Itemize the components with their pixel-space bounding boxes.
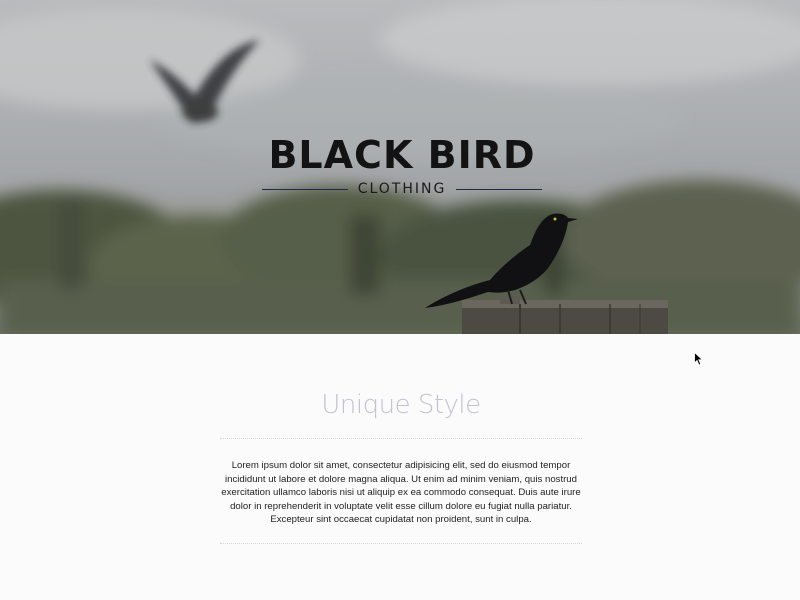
brand-subtitle-row: CLOTHING: [262, 179, 542, 199]
divider-bottom: [220, 543, 582, 544]
mouse-pointer-icon: [694, 352, 704, 366]
brand-logo: BLACK BIRD CLOTHING: [262, 133, 542, 199]
brand-subtitle: CLOTHING: [357, 181, 447, 197]
hero-banner: BLACK BIRD CLOTHING: [0, 0, 800, 334]
divider-top: [220, 438, 582, 439]
brand-title: BLACK BIRD: [268, 133, 536, 177]
brand-rule-left: [262, 188, 348, 190]
content-section: Unique Style Lorem ipsum dolor sit amet,…: [0, 334, 800, 600]
section-body-text: Lorem ipsum dolor sit amet, consectetur …: [221, 460, 581, 525]
section-title: Unique Style: [321, 390, 481, 420]
brand-rule-right: [456, 188, 542, 190]
